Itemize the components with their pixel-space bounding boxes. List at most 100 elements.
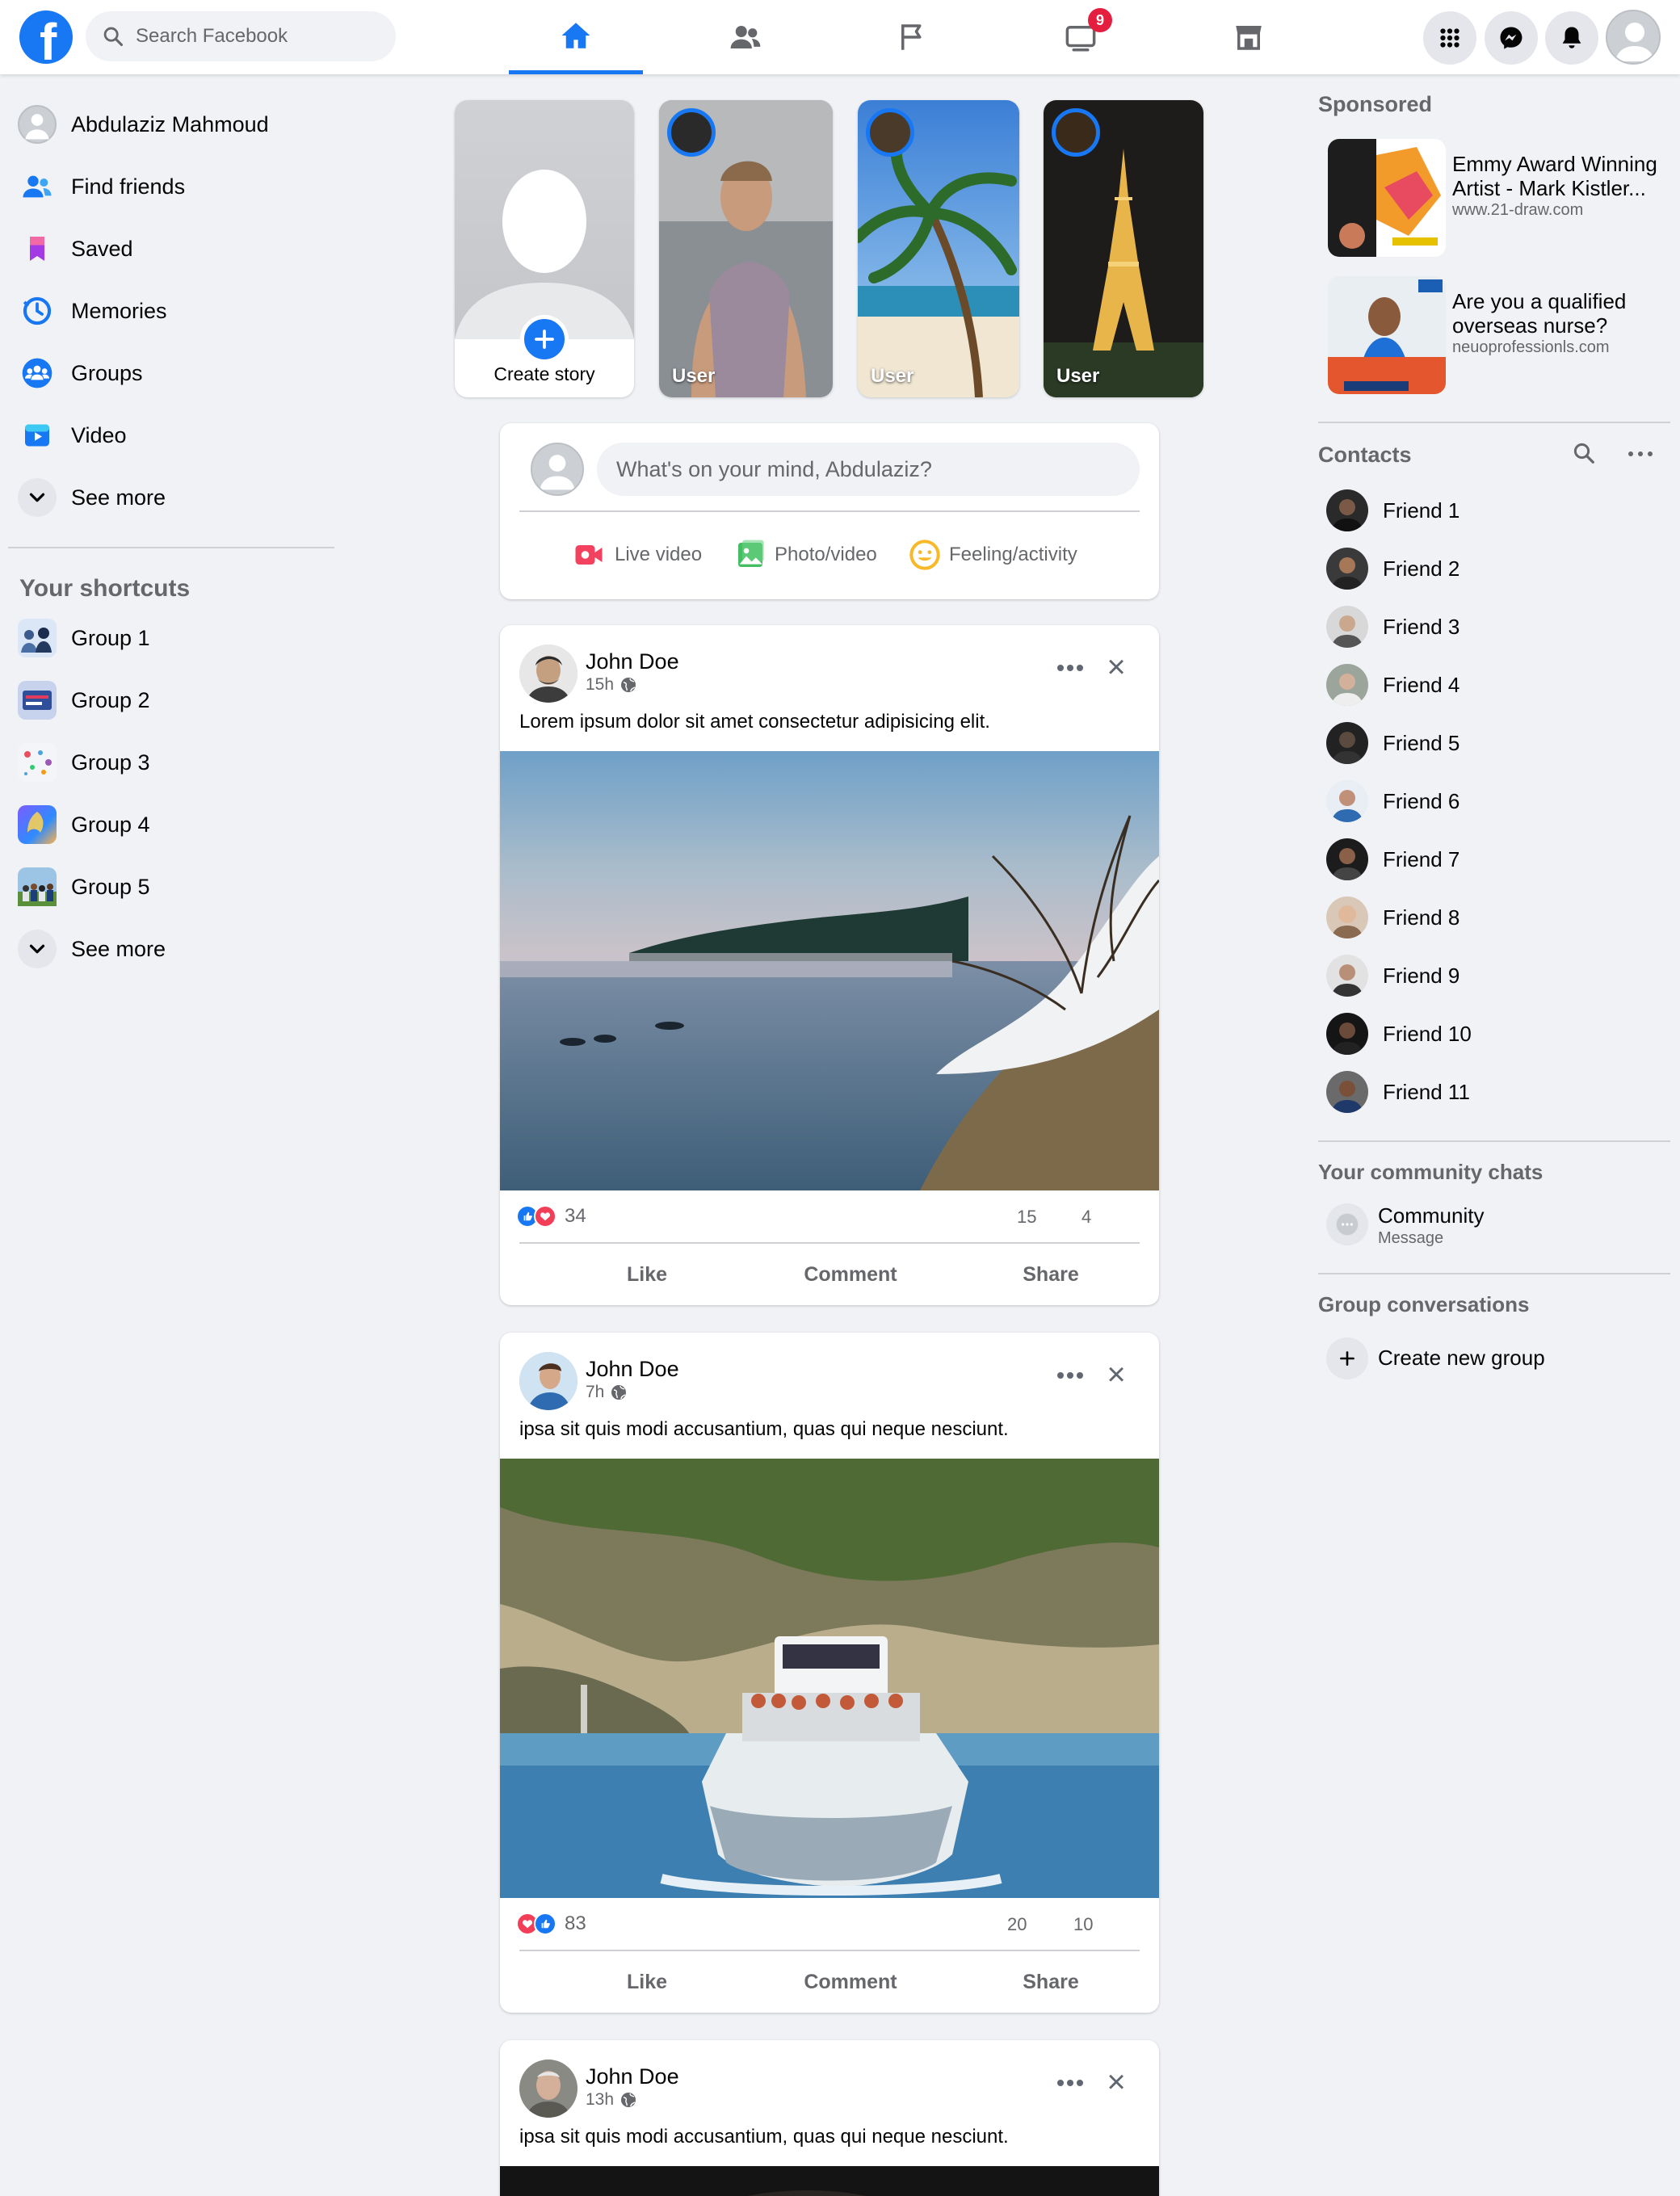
- comment-button[interactable]: Comment: [778, 1263, 923, 1287]
- post-author-avatar[interactable]: [519, 1352, 578, 1410]
- post-author-avatar[interactable]: [519, 2060, 578, 2118]
- contact-avatar: [1326, 548, 1368, 590]
- contact-item[interactable]: Friend 9: [1317, 947, 1672, 1005]
- sidebar-item-video[interactable]: Video: [8, 408, 334, 463]
- like-button[interactable]: Like: [590, 1263, 704, 1287]
- feeling-activity-button[interactable]: Feeling/activity: [909, 535, 1077, 575]
- menu-button[interactable]: [1423, 11, 1476, 65]
- shortcut-item[interactable]: Group 2: [8, 673, 334, 728]
- dot: [1077, 2080, 1083, 2086]
- tab-marketplace[interactable]: [1182, 0, 1316, 74]
- contact-item[interactable]: Friend 7: [1317, 830, 1672, 888]
- post-options-button[interactable]: [1051, 2071, 1090, 2095]
- close-icon[interactable]: ×: [1104, 651, 1128, 683]
- reactions-icons[interactable]: [516, 1913, 556, 1935]
- comment-count[interactable]: 15: [1017, 1207, 1036, 1228]
- facebook-logo[interactable]: f: [19, 10, 73, 69]
- profile-avatar[interactable]: [1606, 10, 1661, 65]
- sidebar-item-groups[interactable]: Groups: [8, 346, 334, 401]
- contact-item[interactable]: Friend 4: [1317, 656, 1672, 714]
- contact-item[interactable]: Friend 8: [1317, 888, 1672, 947]
- contact-item[interactable]: Friend 6: [1317, 772, 1672, 830]
- reaction-count[interactable]: 83: [565, 1913, 586, 1935]
- contact-item[interactable]: Friend 1: [1317, 481, 1672, 540]
- contact-item[interactable]: Friend 5: [1317, 714, 1672, 772]
- shortcut-item[interactable]: Group 1: [8, 611, 334, 666]
- group-conversations-heading: Group conversations: [1318, 1292, 1530, 1316]
- live-video-button[interactable]: Live video: [571, 535, 702, 575]
- contact-item[interactable]: Friend 10: [1317, 1005, 1672, 1063]
- globe-icon: [621, 678, 636, 692]
- post-time[interactable]: 13h: [586, 2090, 614, 2110]
- comment-button[interactable]: Comment: [778, 1971, 923, 1994]
- comment-count[interactable]: 20: [1007, 1914, 1027, 1935]
- post-image[interactable]: [500, 2166, 1159, 2196]
- tab-friends[interactable]: [678, 0, 813, 74]
- search-box[interactable]: [86, 11, 396, 61]
- share-count[interactable]: 10: [1073, 1914, 1093, 1935]
- story-card[interactable]: User: [659, 100, 833, 397]
- contacts-options-button[interactable]: [1628, 446, 1653, 462]
- contact-item[interactable]: Friend 2: [1317, 540, 1672, 598]
- share-count[interactable]: 4: [1082, 1207, 1091, 1228]
- post-options-button[interactable]: [1051, 656, 1090, 680]
- shortcut-item[interactable]: Group 4: [8, 797, 334, 852]
- tab-pages[interactable]: [846, 0, 980, 74]
- messenger-button[interactable]: [1485, 11, 1538, 65]
- reactions-icons[interactable]: [516, 1205, 556, 1228]
- share-button[interactable]: Share: [994, 1971, 1107, 1994]
- sidebar-item-profile[interactable]: Abdulaziz Mahmoud: [8, 97, 334, 152]
- like-button[interactable]: Like: [590, 1971, 704, 1994]
- watch-badge: 9: [1088, 8, 1112, 32]
- shortcuts-see-more[interactable]: See more: [8, 922, 334, 976]
- messenger-icon: [1500, 27, 1522, 49]
- reaction-count[interactable]: 34: [565, 1205, 586, 1228]
- contact-item[interactable]: Friend 3: [1317, 598, 1672, 656]
- create-story-plus-button[interactable]: [520, 315, 569, 363]
- composer-input[interactable]: [597, 443, 1140, 496]
- share-button[interactable]: Share: [994, 1263, 1107, 1287]
- shortcut-item[interactable]: Group 5: [8, 859, 334, 914]
- friends-icon: [730, 26, 761, 48]
- dot: [1628, 451, 1633, 456]
- contact-name: Friend 5: [1383, 730, 1460, 755]
- sidebar-see-more[interactable]: See more: [8, 470, 334, 525]
- tab-watch[interactable]: 9: [1014, 0, 1148, 74]
- sponsored-item[interactable]: Emmy Award Winning Artist - Mark Kistler…: [1317, 139, 1672, 268]
- post-time[interactable]: 15h: [586, 675, 614, 695]
- story-card[interactable]: User: [858, 100, 1019, 397]
- chevron-down-icon: [18, 478, 57, 517]
- notifications-button[interactable]: [1545, 11, 1598, 65]
- close-icon[interactable]: ×: [1104, 1358, 1128, 1391]
- post-image[interactable]: [500, 751, 1159, 1190]
- search-input[interactable]: [136, 11, 378, 61]
- post-author-avatar[interactable]: [519, 645, 578, 703]
- marketplace-icon: [1236, 26, 1262, 50]
- contacts-search-button[interactable]: [1572, 441, 1599, 468]
- community-chat-item[interactable]: Community Message: [1317, 1195, 1672, 1252]
- post-options-button[interactable]: [1051, 1363, 1090, 1388]
- sponsored-item[interactable]: Are you a qualified overseas nurse? neuo…: [1317, 276, 1672, 405]
- post-time[interactable]: 7h: [586, 1383, 604, 1402]
- sidebar-item-find-friends[interactable]: Find friends: [8, 159, 334, 214]
- post-author-name[interactable]: John Doe: [586, 2064, 679, 2089]
- post-image[interactable]: [500, 1459, 1159, 1898]
- create-new-group-button[interactable]: Create new group: [1317, 1331, 1672, 1388]
- sidebar-item-saved[interactable]: Saved: [8, 221, 334, 276]
- post-meta: 13h: [586, 2090, 636, 2110]
- shortcut-item[interactable]: Group 3: [8, 735, 334, 790]
- post-author-name[interactable]: John Doe: [586, 1357, 679, 1382]
- bell-icon: [1562, 27, 1581, 48]
- story-card[interactable]: User: [1044, 100, 1203, 397]
- tab-home[interactable]: [509, 0, 643, 74]
- post-text: ipsa sit quis modi accusantium, quas qui…: [519, 2126, 1009, 2148]
- composer-avatar[interactable]: [531, 443, 584, 496]
- photo-video-button[interactable]: Photo/video: [734, 535, 877, 575]
- contact-avatar: [1326, 1071, 1368, 1113]
- post-author-name[interactable]: John Doe: [586, 649, 679, 674]
- close-icon[interactable]: ×: [1104, 2066, 1128, 2098]
- sidebar-item-memories[interactable]: Memories: [8, 283, 334, 338]
- contact-item[interactable]: Friend 11: [1317, 1063, 1672, 1121]
- group-thumbnail-icon: [18, 743, 57, 782]
- create-story-card[interactable]: Create story: [455, 100, 634, 397]
